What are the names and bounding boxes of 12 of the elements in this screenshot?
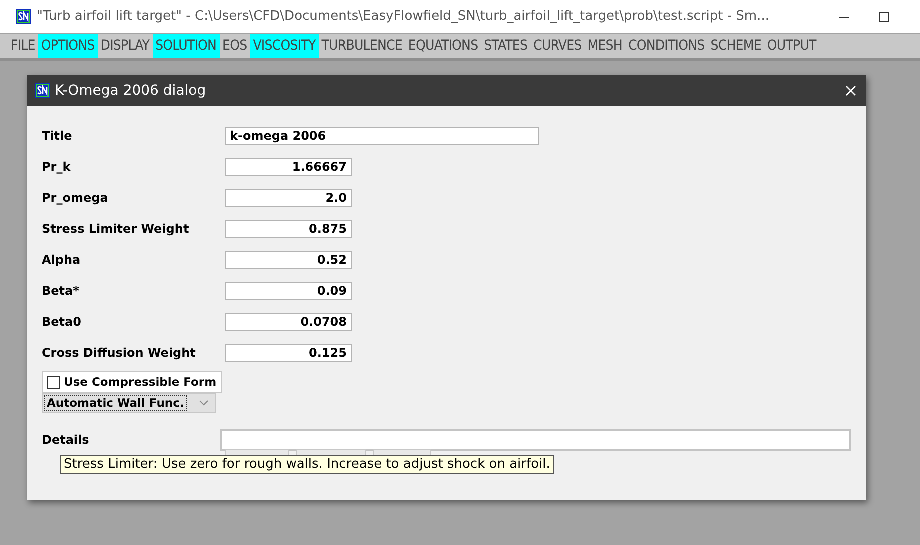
tooltip: Stress Limiter: Use zero for rough walls. Increase to adjust shock on airfoil. [60, 455, 554, 474]
field-label: Pr_k [42, 160, 72, 174]
dialog-title: K-Omega 2006 dialog [55, 82, 208, 98]
field-label: Cross Diffusion Weight [42, 346, 197, 360]
field-label: Beta0 [42, 314, 82, 328]
field-label: Details [42, 433, 90, 447]
field-label: Beta* [42, 284, 80, 298]
field-label: Pr_omega [42, 190, 110, 204]
field-label: Title [42, 128, 74, 142]
field-label: Stress Limiter Weight [42, 222, 190, 236]
field-label: Alpha [42, 252, 82, 266]
window-title: "Turb airfoil lift target" - C:\Users\CFD\Documents\EasyFlowfield_SN\turb_airfoil_lift_target\prob\test.script - Sm... [37, 9, 770, 24]
